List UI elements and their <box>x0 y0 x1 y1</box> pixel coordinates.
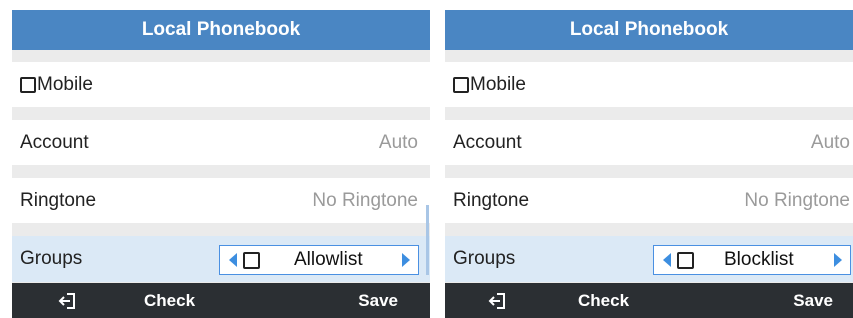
groups-selector[interactable]: Allowlist <box>219 245 419 275</box>
triangle-left-icon[interactable] <box>663 253 671 267</box>
ringtone-label: Ringtone <box>453 189 530 211</box>
groups-selector[interactable]: Blocklist <box>653 245 851 275</box>
triangle-left-icon[interactable] <box>229 253 237 267</box>
softkey-bar: Check Save <box>12 283 430 318</box>
page-title: Local Phonebook <box>445 10 853 50</box>
groups-value: Blocklist <box>724 249 794 270</box>
softkey-bar: Check Save <box>445 283 853 318</box>
mobile-label: Mobile <box>37 73 93 95</box>
checkbox-empty-icon[interactable] <box>677 251 694 269</box>
groups-row[interactable]: Groups Blocklist <box>445 236 853 282</box>
groups-label: Groups <box>453 248 516 269</box>
checkbox-empty-icon[interactable] <box>243 251 260 269</box>
exit-arrow-icon[interactable] <box>488 283 508 318</box>
groups-row[interactable]: Groups Allowlist <box>12 236 430 282</box>
account-value: Auto <box>378 131 418 153</box>
ringtone-row[interactable]: Ringtone No Ringtone <box>445 178 853 223</box>
mobile-row[interactable]: Mobile <box>12 62 430 107</box>
phonebook-panel-left: Local Phonebook Mobile Account Auto Ring… <box>12 10 430 318</box>
page-title: Local Phonebook <box>12 10 430 50</box>
triangle-right-icon[interactable] <box>834 253 842 267</box>
account-label: Account <box>453 131 522 153</box>
ringtone-row[interactable]: Ringtone No Ringtone <box>12 178 430 223</box>
exit-arrow-icon[interactable] <box>58 283 78 318</box>
account-value: Auto <box>810 131 850 153</box>
groups-value: Allowlist <box>294 249 363 270</box>
mobile-label: Mobile <box>470 73 526 95</box>
account-label: Account <box>20 131 89 153</box>
save-softkey[interactable]: Save <box>358 283 398 318</box>
mobile-row[interactable]: Mobile <box>445 62 853 107</box>
ringtone-value: No Ringtone <box>312 189 418 211</box>
ringtone-value: No Ringtone <box>744 189 850 211</box>
ringtone-label: Ringtone <box>20 189 97 211</box>
scrollbar[interactable] <box>426 205 429 275</box>
check-softkey[interactable]: Check <box>144 283 195 318</box>
triangle-right-icon[interactable] <box>402 253 410 267</box>
check-softkey[interactable]: Check <box>578 283 629 318</box>
groups-label: Groups <box>20 248 83 269</box>
account-row[interactable]: Account Auto <box>12 120 430 165</box>
account-row[interactable]: Account Auto <box>445 120 853 165</box>
checkbox-empty-icon[interactable] <box>20 76 36 93</box>
save-softkey[interactable]: Save <box>793 283 833 318</box>
phonebook-panel-right: Local Phonebook Mobile Account Auto Ring… <box>445 10 853 318</box>
checkbox-empty-icon[interactable] <box>453 76 469 93</box>
